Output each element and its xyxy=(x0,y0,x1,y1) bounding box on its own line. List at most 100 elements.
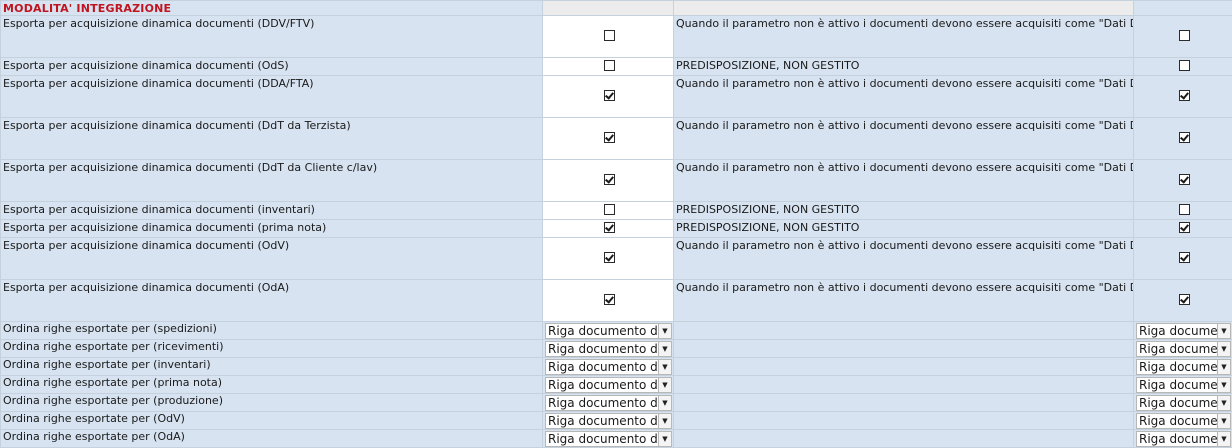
order-select-value: Riga documento de xyxy=(546,342,658,356)
default-checkbox[interactable] xyxy=(1179,294,1190,305)
default-order-select[interactable]: Riga documen▼ xyxy=(1136,359,1231,375)
setting-note: PREDISPOSIZIONE, NON GESTITO xyxy=(674,202,1134,220)
default-checkbox[interactable] xyxy=(1179,132,1190,143)
order-select-value: Riga documento de xyxy=(546,324,658,338)
default-checkbox[interactable] xyxy=(1179,222,1190,233)
setting-value-cell xyxy=(543,202,674,220)
order-note-cell xyxy=(674,340,1134,358)
setting-row: Esporta per acquisizione dinamica docume… xyxy=(1,118,1232,160)
order-note-cell xyxy=(674,412,1134,430)
order-select-value: Riga documento de xyxy=(546,378,658,392)
order-select[interactable]: Riga documento de▼ xyxy=(545,341,672,357)
order-select-value: Riga documento de xyxy=(546,360,658,374)
default-checkbox[interactable] xyxy=(1179,174,1190,185)
setting-checkbox[interactable] xyxy=(604,222,615,233)
order-row: Ordina righe esportate per (inventari)Ri… xyxy=(1,358,1232,376)
setting-row: Esporta per acquisizione dinamica docume… xyxy=(1,16,1232,58)
order-value-cell: Riga documento de▼ xyxy=(543,430,674,448)
setting-value-cell xyxy=(543,16,674,58)
order-select[interactable]: Riga documento de▼ xyxy=(545,377,672,393)
default-value-cell xyxy=(1134,16,1232,58)
default-order-select[interactable]: Riga documen▼ xyxy=(1136,395,1231,411)
setting-value-cell xyxy=(543,238,674,280)
default-order-select[interactable]: Riga documen▼ xyxy=(1136,413,1231,429)
default-checkbox[interactable] xyxy=(1179,60,1190,71)
default-checkbox[interactable] xyxy=(1179,204,1190,215)
section-title: MODALITA' INTEGRAZIONE xyxy=(1,1,543,16)
default-order-cell: Riga documen▼ xyxy=(1134,430,1232,448)
setting-label: Esporta per acquisizione dinamica docume… xyxy=(1,118,543,160)
setting-value-cell xyxy=(543,118,674,160)
setting-checkbox[interactable] xyxy=(604,90,615,101)
default-order-value: Riga documen xyxy=(1137,378,1217,392)
default-checkbox[interactable] xyxy=(1179,252,1190,263)
chevron-down-icon[interactable]: ▼ xyxy=(658,342,671,356)
order-note-cell xyxy=(674,322,1134,340)
default-checkbox[interactable] xyxy=(1179,90,1190,101)
setting-label: Esporta per acquisizione dinamica docume… xyxy=(1,160,543,202)
order-value-cell: Riga documento de▼ xyxy=(543,412,674,430)
chevron-down-icon[interactable]: ▼ xyxy=(1217,414,1230,428)
default-order-select[interactable]: Riga documen▼ xyxy=(1136,341,1231,357)
default-order-select[interactable]: Riga documen▼ xyxy=(1136,377,1231,393)
setting-row: Esporta per acquisizione dinamica docume… xyxy=(1,220,1232,238)
chevron-down-icon[interactable]: ▼ xyxy=(1217,324,1230,338)
order-label: Ordina righe esportate per (prima nota) xyxy=(1,376,543,394)
order-row: Ordina righe esportate per (spedizioni)R… xyxy=(1,322,1232,340)
header-note-cell xyxy=(674,1,1134,16)
order-select[interactable]: Riga documento de▼ xyxy=(545,431,672,447)
setting-note: Quando il parametro non è attivo i docum… xyxy=(674,76,1134,118)
order-label: Ordina righe esportate per (OdV) xyxy=(1,412,543,430)
chevron-down-icon[interactable]: ▼ xyxy=(1217,360,1230,374)
chevron-down-icon[interactable]: ▼ xyxy=(658,324,671,338)
setting-checkbox[interactable] xyxy=(604,60,615,71)
order-select[interactable]: Riga documento de▼ xyxy=(545,413,672,429)
chevron-down-icon[interactable]: ▼ xyxy=(658,360,671,374)
setting-row: Esporta per acquisizione dinamica docume… xyxy=(1,58,1232,76)
setting-label: Esporta per acquisizione dinamica docume… xyxy=(1,202,543,220)
chevron-down-icon[interactable]: ▼ xyxy=(658,432,671,446)
order-value-cell: Riga documento de▼ xyxy=(543,358,674,376)
setting-row: Esporta per acquisizione dinamica docume… xyxy=(1,160,1232,202)
setting-checkbox[interactable] xyxy=(604,252,615,263)
setting-note: Quando il parametro non è attivo i docum… xyxy=(674,238,1134,280)
default-order-select[interactable]: Riga documen▼ xyxy=(1136,323,1231,339)
settings-table: MODALITA' INTEGRAZIONE Esporta per acqui… xyxy=(0,0,1232,448)
order-value-cell: Riga documento de▼ xyxy=(543,376,674,394)
default-value-cell xyxy=(1134,58,1232,76)
chevron-down-icon[interactable]: ▼ xyxy=(1217,396,1230,410)
default-order-value: Riga documen xyxy=(1137,432,1217,446)
default-value-cell xyxy=(1134,118,1232,160)
chevron-down-icon[interactable]: ▼ xyxy=(1217,432,1230,446)
order-row: Ordina righe esportate per (prima nota)R… xyxy=(1,376,1232,394)
default-checkbox[interactable] xyxy=(1179,30,1190,41)
order-select[interactable]: Riga documento de▼ xyxy=(545,395,672,411)
order-select-value: Riga documento de xyxy=(546,432,658,446)
chevron-down-icon[interactable]: ▼ xyxy=(658,378,671,392)
order-select[interactable]: Riga documento de▼ xyxy=(545,323,672,339)
default-order-cell: Riga documen▼ xyxy=(1134,394,1232,412)
order-row: Ordina righe esportate per (ricevimenti)… xyxy=(1,340,1232,358)
chevron-down-icon[interactable]: ▼ xyxy=(1217,378,1230,392)
order-label: Ordina righe esportate per (OdA) xyxy=(1,430,543,448)
default-order-value: Riga documen xyxy=(1137,342,1217,356)
setting-checkbox[interactable] xyxy=(604,294,615,305)
chevron-down-icon[interactable]: ▼ xyxy=(1217,342,1230,356)
setting-value-cell xyxy=(543,220,674,238)
default-order-select[interactable]: Riga documen▼ xyxy=(1136,431,1231,447)
order-select[interactable]: Riga documento de▼ xyxy=(545,359,672,375)
setting-row: Esporta per acquisizione dinamica docume… xyxy=(1,238,1232,280)
setting-note: PREDISPOSIZIONE, NON GESTITO xyxy=(674,220,1134,238)
default-order-cell: Riga documen▼ xyxy=(1134,322,1232,340)
chevron-down-icon[interactable]: ▼ xyxy=(658,414,671,428)
setting-checkbox[interactable] xyxy=(604,204,615,215)
setting-value-cell xyxy=(543,58,674,76)
setting-checkbox[interactable] xyxy=(604,174,615,185)
default-order-value: Riga documen xyxy=(1137,396,1217,410)
setting-checkbox[interactable] xyxy=(604,30,615,41)
setting-label: Esporta per acquisizione dinamica docume… xyxy=(1,220,543,238)
order-value-cell: Riga documento de▼ xyxy=(543,322,674,340)
setting-checkbox[interactable] xyxy=(604,132,615,143)
order-row: Ordina righe esportate per (OdV)Riga doc… xyxy=(1,412,1232,430)
chevron-down-icon[interactable]: ▼ xyxy=(658,396,671,410)
